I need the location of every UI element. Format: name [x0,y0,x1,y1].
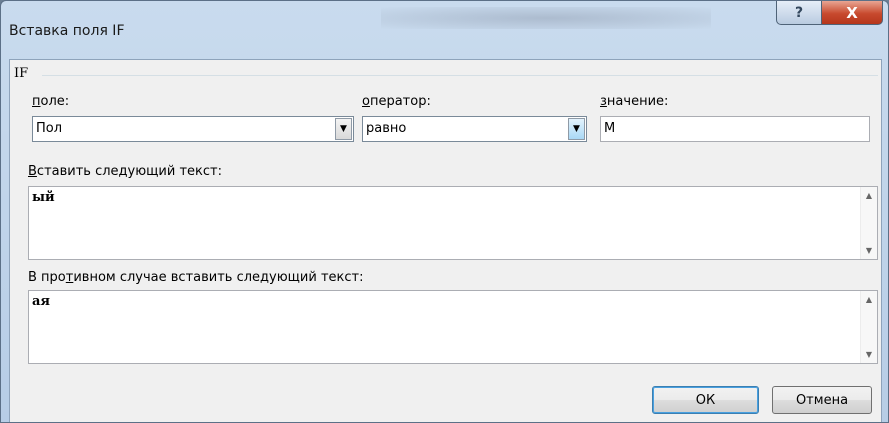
title-bar[interactable]: Вставка поля IF ? X [1,1,888,59]
true-text-area[interactable]: ый ▲ ▼ [28,186,878,260]
help-icon: ? [794,4,804,21]
true-text-value: ый [32,190,55,205]
close-button[interactable]: X [821,1,883,25]
scroll-down-icon[interactable]: ▼ [861,346,877,363]
dialog-body: IF поле: Пол ▼ оператор: равно ▼ значени… [9,59,882,422]
chevron-down-icon[interactable]: ▼ [568,118,585,140]
false-text-label-rest: ивном случае вставить следующий текст: [73,270,364,285]
operator-label: оператор: [362,94,431,109]
true-text-label-accel: В [28,164,37,179]
field-label: поле: [32,94,69,109]
group-label-if: IF [14,66,29,81]
false-text-value: ая [32,294,51,309]
chevron-down-icon[interactable]: ▼ [335,118,352,140]
scroll-up-icon[interactable]: ▲ [861,291,877,308]
false-text-scrollbar[interactable]: ▲ ▼ [860,291,877,363]
help-button[interactable]: ? [776,1,822,25]
operator-value: равно [366,121,407,136]
field-label-rest: оле: [40,94,70,109]
group-divider [42,75,878,76]
comparison-label-accel: з [600,94,607,109]
operator-label-accel: о [362,94,370,109]
false-text-label: В противном случае вставить следующий те… [28,270,363,285]
close-icon: X [846,3,858,22]
field-value: Пол [36,121,63,136]
ok-button[interactable]: ОК [652,386,759,414]
window-title: Вставка поля IF [9,23,125,39]
insert-if-field-dialog: Вставка поля IF ? X IF поле: Пол ▼ опера… [0,0,889,423]
comparison-value: М [604,121,616,136]
comparison-label: значение: [600,94,668,109]
false-text-label-pre: В про [28,270,66,285]
scroll-down-icon[interactable]: ▼ [861,242,877,259]
operator-label-rest: ператор: [369,94,431,109]
operator-combobox[interactable]: равно ▼ [362,116,587,142]
field-combobox[interactable]: Пол ▼ [32,116,354,142]
scroll-up-icon[interactable]: ▲ [861,187,877,204]
true-text-label-rest: ставить следующий текст: [36,164,222,179]
true-text-label: Вставить следующий текст: [28,164,222,179]
false-text-area[interactable]: ая ▲ ▼ [28,290,878,364]
comparison-value-input[interactable]: М [600,116,870,142]
true-text-scrollbar[interactable]: ▲ ▼ [860,187,877,259]
comparison-label-rest: начение: [606,94,669,109]
cancel-button[interactable]: Отмена [772,386,872,414]
field-label-accel: п [32,94,41,109]
